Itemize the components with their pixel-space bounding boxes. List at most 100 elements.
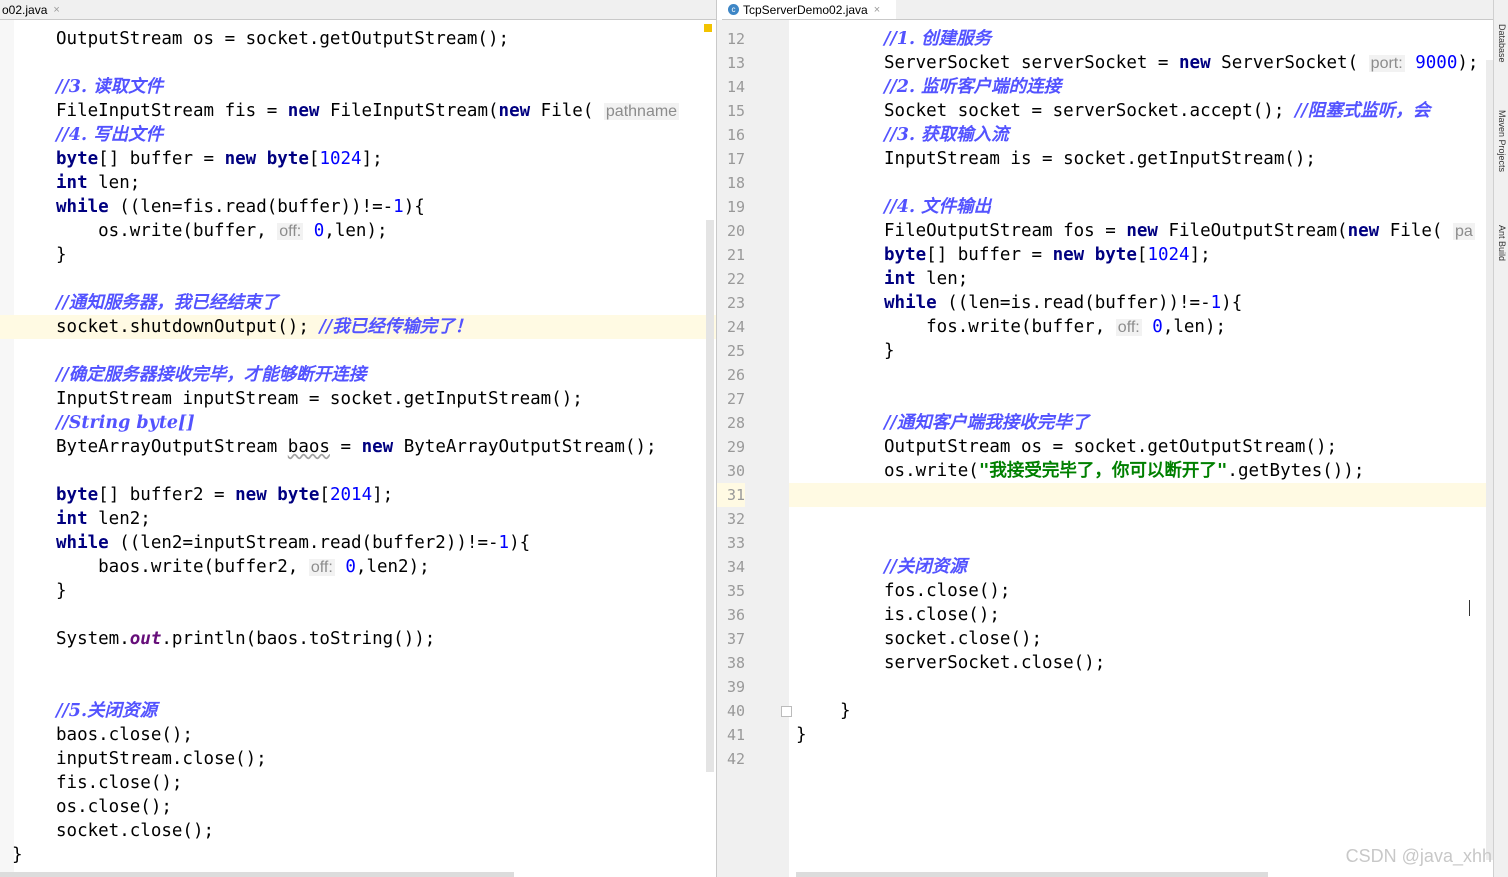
- code-line: socket.close();: [56, 821, 215, 841]
- comment: //确定服务器接收完毕，才能够断开连接: [56, 365, 367, 385]
- code-line: fos.close();: [884, 581, 1011, 601]
- code-line: OutputStream os = socket.getOutputStream…: [56, 29, 510, 49]
- line-number: 17: [726, 150, 745, 168]
- code-line: serverSocket.close();: [884, 653, 1106, 673]
- code-line: FileInputStream fis = new FileInputStrea…: [56, 101, 680, 121]
- line-number: 16: [726, 126, 745, 144]
- line-number: 13: [726, 54, 745, 72]
- param-hint: pathname: [603, 103, 680, 120]
- text-cursor-icon: [1469, 600, 1472, 616]
- line-number: 30: [726, 462, 745, 480]
- line-number: 29: [726, 438, 745, 456]
- code-line: inputStream.close();: [56, 749, 267, 769]
- code-line: baos.write(buffer2, off: 0,len2);: [56, 557, 430, 577]
- comment: //4. 写出文件: [56, 125, 164, 145]
- code-line: while ((len=is.read(buffer))!=-1){: [884, 293, 1243, 313]
- line-number: 23: [726, 294, 745, 312]
- code-line: int len;: [884, 269, 969, 289]
- code-line: byte[] buffer = new byte[1024];: [884, 245, 1211, 265]
- left-editor[interactable]: OutputStream os = socket.getOutputStream…: [0, 20, 716, 877]
- line-number: 41: [726, 726, 745, 744]
- code-line: while ((len=fis.read(buffer))!=-1){: [56, 197, 425, 217]
- code-line: byte[] buffer2 = new byte[2014];: [56, 485, 394, 505]
- line-number: 33: [726, 534, 745, 552]
- code-line: byte[] buffer = new byte[1024];: [56, 149, 383, 169]
- code-line: os.write(buffer, off: 0,len);: [56, 221, 388, 241]
- line-number: 34: [726, 558, 745, 576]
- code-line: fos.write(buffer, off: 0,len);: [884, 317, 1227, 337]
- tab-left-file[interactable]: o02.java ×: [0, 0, 62, 20]
- comment: //String byte[]: [56, 413, 195, 433]
- close-icon[interactable]: ×: [874, 4, 880, 16]
- code-line: FileOutputStream fos = new FileOutputStr…: [884, 221, 1475, 241]
- code-line: }: [56, 581, 67, 601]
- line-number: 31: [717, 483, 745, 507]
- code-line: }: [840, 701, 851, 721]
- code-line: int len;: [56, 173, 141, 193]
- line-number: 14: [726, 78, 745, 96]
- code-line: is.close();: [884, 605, 1000, 625]
- line-number: 20: [726, 222, 745, 240]
- line-number: 19: [726, 198, 745, 216]
- code-line: while ((len2=inputStream.read(buffer2))!…: [56, 533, 531, 553]
- code-line: baos.close();: [56, 725, 193, 745]
- comment: //4. 文件输出: [884, 197, 992, 217]
- param-hint: off:: [1115, 319, 1142, 336]
- line-number: 15: [726, 102, 745, 120]
- code-line: os.close();: [56, 797, 172, 817]
- param-hint: off:: [308, 559, 335, 576]
- comment: //2. 监听客户端的连接: [884, 77, 1062, 97]
- database-tool-button[interactable]: Database: [1497, 24, 1507, 63]
- ant-build-tool-button[interactable]: Ant Build: [1497, 225, 1507, 261]
- code-line: ServerSocket serverSocket = new ServerSo…: [884, 53, 1479, 73]
- comment: //关闭资源: [884, 557, 967, 577]
- maven-projects-tool-button[interactable]: Maven Projects: [1497, 110, 1507, 172]
- line-number: 38: [726, 654, 745, 672]
- code-line: }: [56, 245, 67, 265]
- caret-line: [789, 483, 1494, 507]
- line-number: 32: [726, 510, 745, 528]
- line-number: 27: [726, 390, 745, 408]
- close-icon[interactable]: ×: [53, 4, 59, 16]
- caret-line: socket.shutdownOutput(); //我已经传输完了！: [0, 315, 716, 339]
- java-class-icon: c: [728, 4, 739, 15]
- line-number: 18: [726, 174, 745, 192]
- code-line: OutputStream os = socket.getOutputStream…: [884, 437, 1338, 457]
- comment: //通知服务器，我已经结束了: [56, 293, 279, 313]
- comment: //3. 获取输入流: [884, 125, 1009, 145]
- line-number: 28: [726, 414, 745, 432]
- left-horizontal-scrollbar[interactable]: [0, 872, 514, 877]
- code-line: }: [884, 341, 895, 361]
- code-line: }: [796, 725, 807, 745]
- watermark: CSDN @java_xhh: [1345, 846, 1492, 866]
- param-hint: port:: [1368, 55, 1405, 72]
- code-line: fis.close();: [56, 773, 183, 793]
- line-number: 12: [726, 30, 745, 48]
- param-hint: off:: [277, 223, 304, 240]
- code-line: }: [12, 845, 23, 865]
- tab-right-label: TcpServerDemo02.java: [743, 2, 868, 17]
- code-line: InputStream inputStream = socket.getInpu…: [56, 389, 583, 409]
- code-line: InputStream is = socket.getInputStream()…: [884, 149, 1316, 169]
- left-gutter: [0, 20, 14, 877]
- code-line: int len2;: [56, 509, 151, 529]
- tab-tcpserverdemo02[interactable]: c TcpServerDemo02.java ×: [722, 0, 896, 20]
- line-number: 37: [726, 630, 745, 648]
- code-line: ByteArrayOutputStream baos = new ByteArr…: [56, 437, 657, 457]
- line-number: 25: [726, 342, 745, 360]
- comment: //1. 创建服务: [884, 29, 992, 49]
- code-line: System.out.println(baos.toString());: [56, 629, 436, 649]
- code-line: os.write("我接受完毕了，你可以断开了".getBytes());: [884, 461, 1365, 481]
- right-horizontal-scrollbar[interactable]: [796, 872, 1268, 877]
- line-number: 40: [726, 702, 745, 720]
- code-line: socket.close();: [884, 629, 1043, 649]
- right-editor[interactable]: //1. 创建服务 ServerSocket serverSocket = ne…: [789, 20, 1494, 877]
- line-number: 35: [726, 582, 745, 600]
- line-number: 36: [726, 606, 745, 624]
- comment: //5.关闭资源: [56, 701, 158, 721]
- warning-marker[interactable]: [704, 24, 712, 32]
- tab-left-label: o02.java: [2, 2, 48, 17]
- line-number: 39: [726, 678, 745, 696]
- left-vertical-scrollbar[interactable]: [706, 220, 714, 772]
- line-number: 24: [726, 318, 745, 336]
